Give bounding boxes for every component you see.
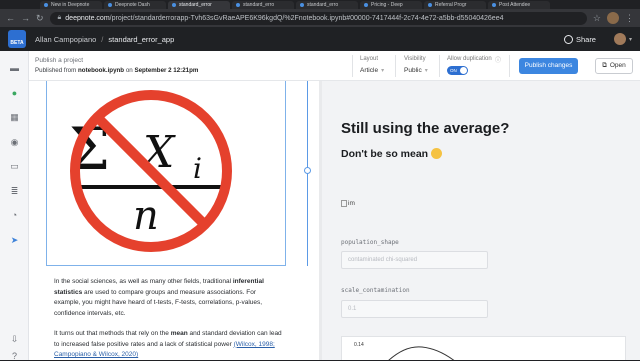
divider <box>395 55 396 77</box>
open-button[interactable]: ⧉ Open <box>595 58 633 74</box>
left-sidebar: ▬ ● ▦ ◉ ▭ ≣ ◔ ➤ ⇩ ? <box>0 51 29 361</box>
browser-tab[interactable]: Pricing - Deep <box>360 1 422 9</box>
favicon-icon <box>44 3 48 7</box>
github-icon[interactable]: ◉ <box>9 137 20 147</box>
deepnote-logo[interactable]: BETA <box>8 30 26 48</box>
browser-profile-avatar[interactable] <box>607 12 619 24</box>
chevron-down-icon: ▾ <box>381 68 385 74</box>
paragraph-intro: In the social sciences, as well as many … <box>54 278 264 317</box>
browser-tab[interactable]: Post Attendee <box>488 1 550 9</box>
chevron-down-icon[interactable]: ▾ <box>629 36 632 43</box>
environment-icon[interactable]: ● <box>9 88 20 98</box>
publish-icon[interactable]: ➤ <box>9 235 20 245</box>
broken-image: im <box>341 200 355 207</box>
reload-icon[interactable]: ↻ <box>36 13 44 24</box>
favicon-icon <box>364 3 368 7</box>
favicon-icon <box>428 3 432 7</box>
publish-title: Publish a project <box>35 57 84 64</box>
resize-handle[interactable] <box>304 167 311 174</box>
layout-label: Layout <box>360 56 379 62</box>
share-button[interactable]: Share <box>563 34 596 44</box>
favicon-icon <box>172 3 176 7</box>
notebook-panel: Σ X i n In the social sciences, as well … <box>29 81 319 360</box>
visibility-select[interactable]: Public ▾ <box>404 67 428 74</box>
browser-tab[interactable]: Referral Progr <box>424 1 486 9</box>
formula-i: i <box>193 152 202 185</box>
divider <box>352 55 353 77</box>
favicon-icon <box>300 3 304 7</box>
favicon-icon <box>236 3 240 7</box>
favicon-icon <box>492 3 496 7</box>
chevron-down-icon: ▾ <box>424 68 428 74</box>
layout-select[interactable]: Article ▾ <box>360 67 384 74</box>
plot-card: 0.14 <box>341 336 626 360</box>
share-icon <box>563 34 573 44</box>
history-icon[interactable]: ◔ <box>9 210 20 220</box>
smirk-emoji-icon <box>431 148 443 159</box>
app-header: BETA Allan Campopiano / standard_error_a… <box>0 27 640 51</box>
scale-contamination-label: scale_contamination <box>341 287 410 294</box>
star-icon[interactable]: ☆ <box>593 13 601 24</box>
duplication-label: Allow duplication <box>447 56 492 62</box>
browser-tab-strip: New in Deepnote Deepnote Dash standard_e… <box>0 0 640 9</box>
user-avatar[interactable] <box>613 33 626 45</box>
scale-contamination-input[interactable]: 0.1 <box>341 300 488 318</box>
divider <box>439 55 440 77</box>
integrations-icon[interactable]: ▦ <box>9 112 20 122</box>
url-path: /project/standarderrorapp-Tvh63sGvRaeAPE… <box>109 14 504 22</box>
preview-subtitle: Don't be so mean <box>341 148 443 160</box>
app-preview-panel: Still using the average? Don't be so mea… <box>322 81 640 360</box>
terminal-icon[interactable]: ▭ <box>9 161 20 171</box>
divider <box>509 55 510 77</box>
population-shape-label: population_shape <box>341 239 399 246</box>
broken-image-icon <box>341 200 347 207</box>
publish-bar: Publish a project Published from noteboo… <box>29 51 640 81</box>
publish-info: Published from notebook.ipynb on Septemb… <box>35 67 199 74</box>
lock-icon: 🔒︎ <box>57 14 62 21</box>
back-icon[interactable]: ← <box>6 13 15 23</box>
info-icon: ⓘ <box>495 58 502 64</box>
breadcrumb-project[interactable]: standard_error_app <box>108 35 174 44</box>
preview-title: Still using the average? <box>341 120 510 137</box>
address-bar[interactable]: 🔒︎ deepnote.com/project/standarderrorapp… <box>49 11 587 25</box>
favicon-icon <box>108 3 112 7</box>
population-shape-input[interactable]: contaminated chi-squared <box>341 251 488 269</box>
forward-icon[interactable]: → <box>21 13 30 23</box>
breadcrumb-user[interactable]: Allan Campopiano <box>35 35 96 44</box>
external-link-icon: ⧉ <box>602 62 607 69</box>
publish-changes-button[interactable]: Publish changes <box>519 58 578 74</box>
download-icon[interactable]: ⇩ <box>9 334 20 344</box>
browser-toolbar: ← → ↻ 🔒︎ deepnote.com/project/standarder… <box>0 9 640 27</box>
visibility-label: Visibility <box>404 56 426 62</box>
paragraph-mean: It turns out that methods that rely on t… <box>54 330 282 358</box>
browser-tab[interactable]: Deepnote Dash <box>104 1 166 9</box>
formula-n: n <box>133 193 159 239</box>
browser-tab[interactable]: standard_erro <box>296 1 358 9</box>
image-cell[interactable]: Σ X i n <box>46 81 286 266</box>
folder-icon[interactable]: ▬ <box>9 63 20 73</box>
menu-icon[interactable]: ⋮ <box>625 13 634 24</box>
url-domain: deepnote.com <box>65 14 110 22</box>
browser-tab[interactable]: New in Deepnote <box>40 1 102 9</box>
plot-curve <box>388 346 455 360</box>
duplication-toggle[interactable]: ON <box>447 66 468 75</box>
no-mean-formula-image: Σ X i n <box>69 90 232 252</box>
browser-tab-active[interactable]: standard_error <box>168 1 230 9</box>
browser-tab[interactable]: standard_erro <box>232 1 294 9</box>
breadcrumb-separator: / <box>101 34 104 44</box>
comments-icon[interactable]: ≣ <box>9 186 20 196</box>
